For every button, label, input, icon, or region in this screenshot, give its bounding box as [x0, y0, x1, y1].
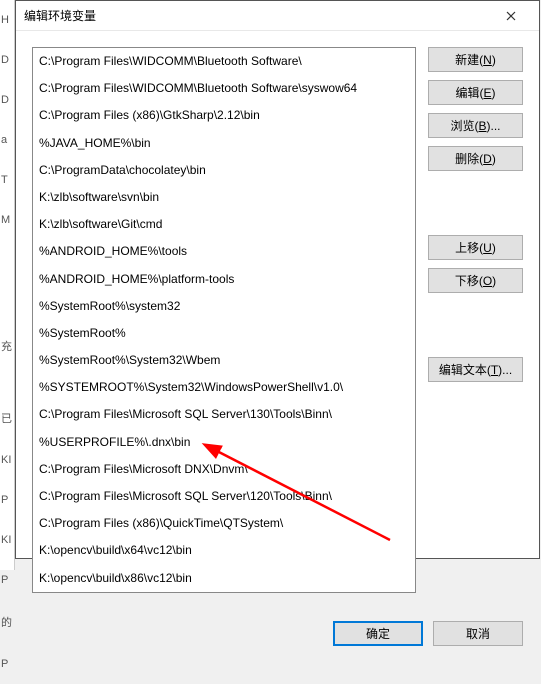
edit-text-button[interactable]: 编辑文本(T)...	[428, 357, 523, 382]
list-item[interactable]: C:\Program Files\Microsoft SQL Server\12…	[33, 483, 415, 510]
ok-button[interactable]: 确定	[333, 621, 423, 646]
list-item[interactable]: %SystemRoot%	[33, 320, 415, 347]
close-button[interactable]	[491, 1, 531, 30]
edit-button[interactable]: 编辑(E)	[428, 80, 523, 105]
path-listbox[interactable]: C:\Program Files\WIDCOMM\Bluetooth Softw…	[32, 47, 416, 593]
button-spacer	[428, 179, 523, 227]
list-item[interactable]: C:\Program Files\Microsoft SQL Server\13…	[33, 401, 415, 428]
edit-env-variable-dialog: 编辑环境变量 C:\Program Files\WIDCOMM\Bluetoot…	[15, 0, 540, 559]
list-item[interactable]: K:\opencv\build\x64\vc12\bin	[33, 537, 415, 564]
delete-button[interactable]: 删除(D)	[428, 146, 523, 171]
list-item[interactable]: C:\Program Files (x86)\GtkSharp\2.12\bin	[33, 102, 415, 129]
background-window-edge: HDDaTM充已KIPKIP的P	[0, 0, 15, 570]
dialog-footer: 确定 取消	[16, 609, 539, 662]
close-icon	[506, 11, 516, 21]
list-item[interactable]: C:\Program Files\Microsoft DNX\Dnvm\	[33, 456, 415, 483]
list-item[interactable]: C:\Program Files\WIDCOMM\Bluetooth Softw…	[33, 75, 415, 102]
list-item[interactable]: C:\ProgramData\chocolatey\bin	[33, 157, 415, 184]
move-up-button[interactable]: 上移(U)	[428, 235, 523, 260]
list-item[interactable]: %USERPROFILE%\.dnx\bin	[33, 429, 415, 456]
list-item[interactable]: K:\zlb\software\Git\cmd	[33, 211, 415, 238]
list-item[interactable]: %ANDROID_HOME%\tools	[33, 238, 415, 265]
titlebar: 编辑环境变量	[16, 1, 539, 31]
new-button[interactable]: 新建(N)	[428, 47, 523, 72]
list-item[interactable]: C:\Program Files (x86)\QuickTime\QTSyste…	[33, 510, 415, 537]
list-item[interactable]: %SystemRoot%\system32	[33, 293, 415, 320]
move-down-button[interactable]: 下移(O)	[428, 268, 523, 293]
dialog-content: C:\Program Files\WIDCOMM\Bluetooth Softw…	[16, 31, 539, 609]
list-item[interactable]: %SystemRoot%\System32\Wbem	[33, 347, 415, 374]
list-item[interactable]: %JAVA_HOME%\bin	[33, 130, 415, 157]
list-item[interactable]: %ANDROID_HOME%\platform-tools	[33, 266, 415, 293]
list-item[interactable]: K:\zlb\software\svn\bin	[33, 184, 415, 211]
list-item[interactable]: K:\opencv\build\x86\vc12\bin	[33, 565, 415, 592]
list-item[interactable]: C:\Program Files\WIDCOMM\Bluetooth Softw…	[33, 48, 415, 75]
cancel-button[interactable]: 取消	[433, 621, 523, 646]
list-item[interactable]: %SYSTEMROOT%\System32\WindowsPowerShell\…	[33, 374, 415, 401]
side-button-panel: 新建(N) 编辑(E) 浏览(B)... 删除(D) 上移(U) 下移(O) 编…	[428, 47, 523, 593]
button-spacer-2	[428, 301, 523, 349]
dialog-title: 编辑环境变量	[24, 7, 491, 24]
browse-button[interactable]: 浏览(B)...	[428, 113, 523, 138]
